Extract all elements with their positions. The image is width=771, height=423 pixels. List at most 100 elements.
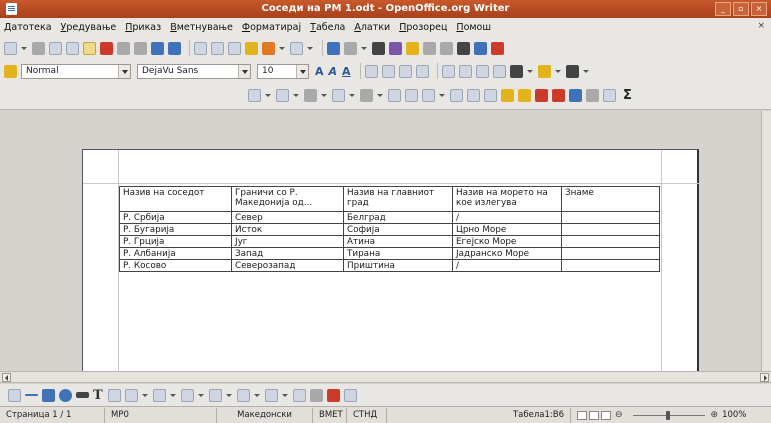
menu-help[interactable]: Помош [456, 22, 491, 33]
bold-icon[interactable]: A [315, 65, 324, 78]
symbol-shapes-icon[interactable] [152, 388, 166, 402]
align-bottom-icon[interactable] [484, 89, 497, 102]
document-page[interactable]: Назив на соседот Граничи со Р. Македониј… [82, 149, 700, 371]
font-size-combo[interactable]: 10 [257, 63, 309, 79]
increase-indent-icon[interactable] [492, 64, 506, 78]
table-cell[interactable]: Белград [343, 211, 453, 224]
header-flag[interactable]: Знаме [561, 186, 660, 212]
chevron-down-icon[interactable] [118, 64, 130, 78]
highlighting-icon[interactable] [537, 64, 551, 78]
header-sea[interactable]: Назив на морето на кое излегува [452, 186, 562, 212]
table-cell[interactable]: Тирана [343, 247, 453, 260]
align-right-icon[interactable] [398, 64, 412, 78]
cut-icon[interactable] [194, 41, 207, 55]
border-color-dropdown-icon[interactable] [321, 89, 327, 102]
document-area[interactable]: Назив на соседот Граничи со Р. Македониј… [0, 111, 771, 371]
print-icon[interactable] [117, 41, 130, 55]
table-cell[interactable]: Атина [343, 235, 453, 248]
multi-page-view-icon[interactable] [589, 410, 599, 420]
vertical-scrollbar[interactable] [761, 111, 771, 371]
copy-icon[interactable] [211, 41, 224, 55]
flowcharts-dropdown-icon[interactable] [225, 389, 232, 402]
line-style-dropdown-icon[interactable] [293, 89, 299, 102]
table-cell[interactable]: Софија [343, 223, 453, 236]
table-properties-icon[interactable] [586, 89, 599, 102]
help-icon[interactable] [491, 41, 504, 55]
table-icon[interactable] [344, 41, 357, 55]
undo-dropdown-icon[interactable] [279, 42, 285, 55]
templates-icon[interactable] [32, 41, 45, 55]
rectangle-icon[interactable] [42, 388, 55, 402]
navigator-icon[interactable] [389, 41, 402, 55]
pilcrow-icon[interactable] [457, 41, 470, 55]
table-cell[interactable] [561, 235, 660, 248]
table-cell[interactable]: Р. Србија [119, 211, 232, 224]
insert-mode[interactable]: ВМЕТ [313, 407, 347, 423]
table-cell[interactable] [561, 211, 660, 224]
menu-format[interactable]: Форматирај [242, 22, 301, 33]
menu-tools[interactable]: Алатки [354, 22, 390, 33]
hyperlink-icon[interactable] [327, 41, 340, 55]
minimize-button[interactable]: _ [715, 2, 731, 16]
basic-shapes-dropdown-icon[interactable] [141, 389, 148, 402]
bullets-icon[interactable] [458, 64, 472, 78]
zoom-in-icon[interactable]: ⊕ [711, 410, 719, 420]
merge-cells-icon[interactable] [388, 89, 401, 102]
neighbours-table[interactable]: Назив на соседот Граничи со Р. Македониј… [119, 186, 660, 272]
table-background-dropdown-icon[interactable] [377, 89, 383, 102]
background-color-icon[interactable] [565, 64, 579, 78]
extrusion-icon[interactable] [343, 388, 357, 402]
table-cell[interactable]: Р. Грција [119, 235, 232, 248]
sort-icon[interactable] [603, 89, 616, 102]
formatting-marks-icon[interactable] [440, 41, 453, 55]
scroll-left-icon[interactable] [2, 373, 11, 382]
redo-dropdown-icon[interactable] [307, 42, 313, 55]
split-cells-icon[interactable] [405, 89, 418, 102]
insert-rows-icon[interactable] [501, 89, 514, 102]
table-cell[interactable]: / [452, 259, 562, 272]
chevron-down-icon[interactable] [296, 64, 308, 78]
maximize-button[interactable]: ▫ [733, 2, 749, 16]
spellcheck-icon[interactable] [151, 41, 164, 55]
menu-insert[interactable]: Вметнување [170, 22, 233, 33]
redo-icon[interactable] [290, 41, 303, 55]
borders-dropdown-icon[interactable] [349, 89, 355, 102]
highlighting-dropdown-icon[interactable] [554, 65, 561, 78]
fontwork-icon[interactable] [309, 388, 323, 402]
text-tool-icon[interactable]: T [93, 388, 103, 403]
table-dropdown-icon[interactable] [361, 42, 367, 55]
from-file-icon[interactable] [326, 388, 340, 402]
page-indicator[interactable]: Страница 1 / 1 [0, 407, 105, 423]
ellipse-icon[interactable] [59, 388, 72, 402]
export-pdf-icon[interactable] [100, 41, 113, 55]
table-cell[interactable]: Север [231, 211, 344, 224]
styles-formatting-icon[interactable] [4, 64, 17, 78]
edit-file-icon[interactable] [83, 41, 96, 55]
stars-icon[interactable] [264, 388, 278, 402]
numbering-icon[interactable] [441, 64, 455, 78]
insert-columns-icon[interactable] [518, 89, 531, 102]
paste-icon[interactable] [228, 41, 241, 55]
data-sources-icon[interactable] [423, 41, 436, 55]
table-insert-dropdown-icon[interactable] [265, 89, 271, 102]
table-cell[interactable] [561, 259, 660, 272]
table-cell[interactable]: Егејско Море [452, 235, 562, 248]
header-neighbour-name[interactable]: Назив на соседот [119, 186, 232, 212]
select-arrow-icon[interactable] [8, 388, 21, 402]
justify-icon[interactable] [415, 64, 429, 78]
borders-icon[interactable] [332, 89, 345, 102]
save-icon[interactable] [66, 41, 79, 55]
header-capital[interactable]: Назив на главниот град [343, 186, 453, 212]
table-cell[interactable]: Р. Бугарија [119, 223, 232, 236]
font-color-icon[interactable] [509, 64, 523, 78]
chevron-down-icon[interactable] [238, 64, 250, 78]
background-dropdown-icon[interactable] [582, 65, 589, 78]
optimize-icon[interactable] [422, 89, 435, 102]
delete-rows-icon[interactable] [535, 89, 548, 102]
table-cell[interactable]: Запад [231, 247, 344, 260]
decrease-indent-icon[interactable] [475, 64, 489, 78]
autoformat-icon[interactable] [569, 89, 582, 102]
zoom-slider-thumb[interactable] [665, 410, 670, 420]
underline-icon[interactable]: A [342, 65, 351, 78]
close-document-icon[interactable]: × [757, 21, 765, 31]
